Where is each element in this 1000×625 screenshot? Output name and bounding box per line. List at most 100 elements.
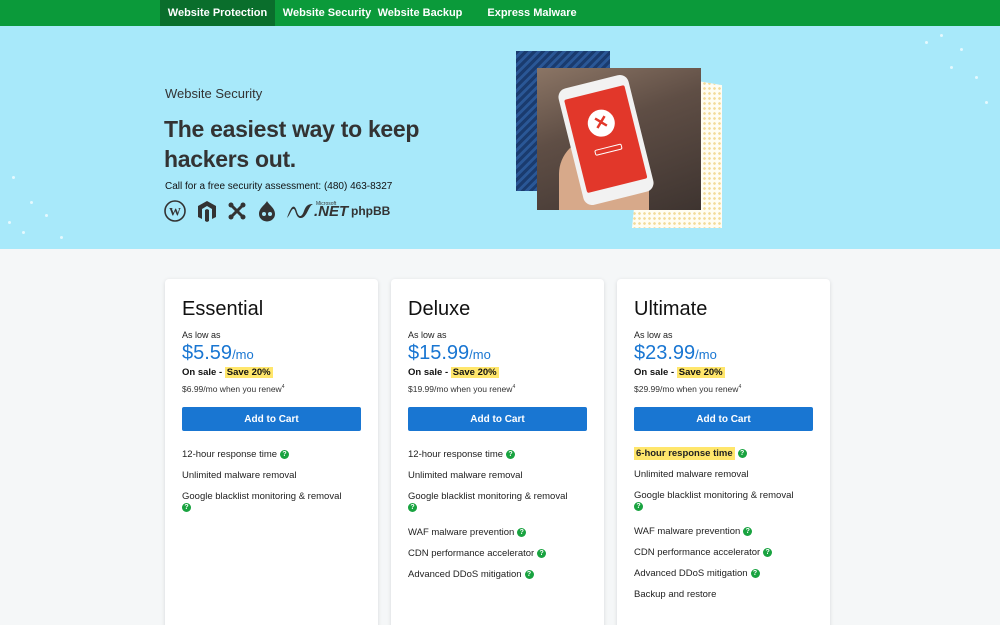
hero-phone-photo: ✕ [537,68,701,210]
save-badge: Save 20% [224,367,273,378]
sale-text: On sale - Save 20% [408,367,499,378]
tab-express-malware-removal[interactable]: Express Malware Removal [464,0,600,45]
feature-text: Advanced DDoS mitigation [634,568,748,579]
plan-card-ultimate: Ultimate As low as $23.99/mo On sale - Save… [617,279,830,625]
joomla-icon [227,200,247,222]
dotnet-small-label: Microsoft [316,201,337,207]
tab-website-backup[interactable]: Website Backup [376,0,464,26]
price-amount: $15.99 [408,342,470,364]
feature-item: CDN performance accelerator? [408,548,547,559]
help-icon[interactable]: ? [506,449,516,459]
plan-price: $5.59/mo [182,342,254,365]
dotnet-logo: Microsoft .NET [286,200,348,222]
hero-eyebrow: Website Security [165,86,263,101]
feature-item: Advanced DDoS mitigation? [408,569,534,580]
help-icon[interactable]: ? [743,526,753,536]
sale-prefix: On sale - [408,367,451,378]
feature-item: CDN performance accelerator? [634,547,773,558]
help-icon[interactable]: ? [524,569,534,579]
feature-item: Unlimited malware removal [634,469,749,480]
feature-text: 12-hour response time [182,449,278,460]
feature-item: Advanced DDoS mitigation? [634,568,760,579]
help-icon[interactable]: ? [634,501,643,511]
feature-text: Google blacklist monitoring & removal [408,491,568,502]
renew-text: $6.99/mo when you renew [182,384,282,394]
as-low-as-label: As low as [182,330,221,340]
price-period: /mo [469,347,491,362]
feature-text: Unlimited malware removal [634,469,749,480]
feature-item: WAF malware prevention? [634,526,753,537]
sale-prefix: On sale - [634,367,677,378]
save-badge: Save 20% [676,367,725,378]
feature-text: Unlimited malware removal [182,470,297,481]
feature-item: 12-hour response time? [182,449,290,460]
help-icon[interactable]: ? [737,448,747,458]
feature-text: Unlimited malware removal [408,470,523,481]
save-badge: Save 20% [450,367,499,378]
help-icon[interactable]: ? [750,568,760,578]
renew-price: $29.99/mo when you renew4 [634,384,741,394]
feature-text: Advanced DDoS mitigation [408,569,522,580]
phpbb-label: phpBB [351,204,391,218]
renew-price: $6.99/mo when you renew4 [182,384,284,394]
add-to-cart-button[interactable]: Add to Cart [634,407,813,431]
plan-card-essential: Essential As low as $5.59/mo On sale - Save… [165,279,378,625]
sale-text: On sale - Save 20% [634,367,725,378]
plan-price: $15.99/mo [408,342,491,365]
feature-item: Google blacklist monitoring & removal? [408,491,567,513]
drupal-icon [257,200,277,222]
feature-item: 6-hour response time? [634,447,747,460]
hero-banner: Website Security The easiest way to keep… [0,26,1000,249]
renew-price: $19.99/mo when you renew4 [408,384,515,394]
plan-card-deluxe: Deluxe As low as $15.99/mo On sale - Save 2… [391,279,604,625]
plan-name: Ultimate [634,298,708,320]
feature-item: WAF malware prevention? [408,527,527,538]
top-nav: Website Protection Website Security Webs… [0,0,1000,45]
svg-text:W: W [169,205,181,219]
as-low-as-label: As low as [634,330,673,340]
help-icon[interactable]: ? [763,547,773,557]
help-icon[interactable]: ? [408,502,417,512]
feature-item: Backup and restore [634,589,716,600]
feature-item: 12-hour response time? [408,449,516,460]
plan-name: Essential [182,298,264,320]
phpbb-logo: phpBB [351,200,390,222]
price-amount: $5.59 [182,342,233,364]
help-icon[interactable]: ? [182,502,191,512]
help-icon[interactable]: ? [280,449,290,459]
renew-text: $29.99/mo when you renew [634,384,739,394]
feature-item: Unlimited malware removal [408,470,523,481]
add-to-cart-button[interactable]: Add to Cart [182,407,361,431]
tab-website-security[interactable]: Website Security [278,0,376,26]
feature-text: CDN performance accelerator [634,547,761,558]
feature-text: Backup and restore [634,589,717,600]
feature-text: Google blacklist monitoring & removal [634,490,794,501]
as-low-as-label: As low as [408,330,447,340]
renew-text: $19.99/mo when you renew [408,384,513,394]
hero-phone-text: Call for a free security assessment: (48… [165,181,393,192]
feature-item: Google blacklist monitoring & removal? [634,490,793,512]
feature-text: WAF malware prevention [634,526,741,537]
renew-footnote: 4 [512,384,516,391]
renew-footnote: 4 [738,384,742,391]
plan-name: Deluxe [408,298,471,320]
tab-website-protection[interactable]: Website Protection [160,0,275,26]
help-icon[interactable]: ? [517,527,527,537]
feature-text: 12-hour response time [408,449,504,460]
feature-text: 6-hour response time [634,447,735,460]
error-x-icon: ✕ [584,106,618,140]
add-to-cart-button[interactable]: Add to Cart [408,407,587,431]
magento-icon [197,200,217,222]
feature-item: Unlimited malware removal [182,470,297,481]
feature-text: Google blacklist monitoring & removal [182,491,342,502]
plan-price: $23.99/mo [634,342,717,365]
hero-title: The easiest way to keep hackers out. [164,116,420,172]
price-period: /mo [695,347,717,362]
wordpress-icon: W [164,200,186,222]
phone-screen-bar [594,143,623,157]
sale-prefix: On sale - [182,367,225,378]
help-icon[interactable]: ? [537,548,547,558]
feature-text: WAF malware prevention [408,527,515,538]
price-amount: $23.99 [634,342,696,364]
sale-text: On sale - Save 20% [182,367,273,378]
